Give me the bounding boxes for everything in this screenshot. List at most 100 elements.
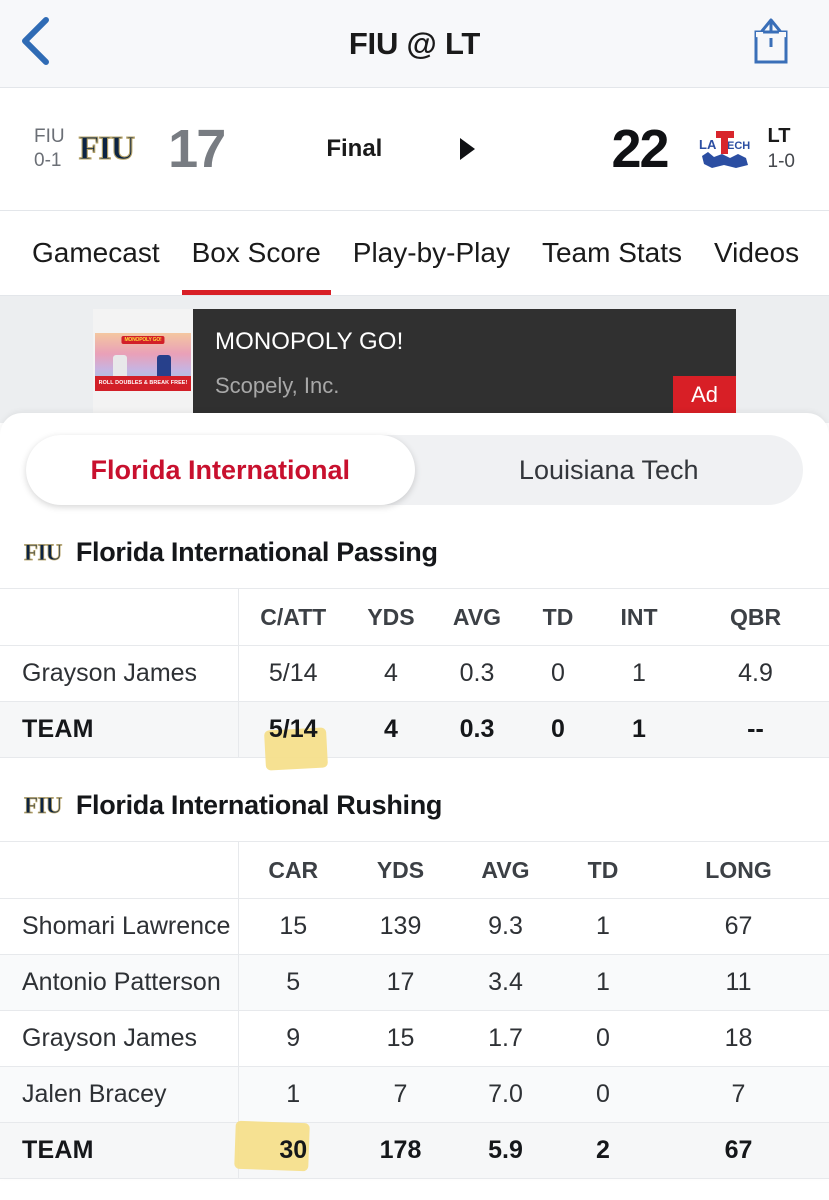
cell-catt: 5/14: [238, 645, 348, 702]
table-row[interactable]: Antonio Patterson 5 17 3.4 1 11: [0, 954, 829, 1011]
cell-car: 30: [234, 1120, 348, 1179]
cell-long: 67: [648, 898, 829, 955]
right-triangle-icon: [460, 138, 476, 160]
rushing-section-title: Florida International Rushing: [75, 790, 443, 820]
col-header-avg: AVG: [453, 841, 558, 899]
cell-td: 2: [558, 1122, 648, 1179]
fiu-logo-icon: FIU: [78, 130, 136, 167]
cell-long: 7: [648, 1066, 829, 1123]
away-team-abbr: FIU: [34, 125, 65, 147]
cell-car: 5: [238, 954, 348, 1011]
cell-car: 1: [238, 1066, 348, 1123]
team-total-label: TEAM: [0, 1122, 239, 1179]
cell-yds: 139: [348, 898, 453, 955]
box-score-card: Florida International Louisiana Tech FIU…: [0, 413, 829, 1179]
player-name-link[interactable]: Antonio Patterson: [0, 954, 239, 1011]
share-icon: [751, 15, 791, 72]
col-header-name: [0, 588, 239, 646]
tab-box-score[interactable]: Box Score: [176, 211, 337, 295]
cell-td: 1: [558, 954, 648, 1011]
game-status-group: Final: [224, 135, 577, 163]
table-header-row: C/ATT YDS AVG TD INT QBR: [0, 588, 829, 646]
col-header-name: [0, 841, 239, 899]
ad-thumb-figure-right: [157, 354, 171, 377]
cell-car: 9: [238, 1010, 348, 1067]
cell-avg: 7.0: [453, 1066, 558, 1123]
player-name-link[interactable]: Shomari Lawrence: [0, 898, 239, 955]
cell-yds: 7: [348, 1066, 453, 1123]
ad-thumbnail-image: MONOPOLY GO! ROLL DOUBLES & BREAK FREE!: [95, 332, 191, 391]
ad-badge: Ad: [673, 376, 736, 414]
chevron-left-icon: [18, 15, 52, 72]
table-row[interactable]: Grayson James 9 15 1.7 0 18: [0, 1010, 829, 1067]
team-switch-florida-international[interactable]: Florida International: [26, 435, 415, 505]
cell-avg: 1.7: [453, 1010, 558, 1067]
scoreboard[interactable]: FIU 0-1 FIU 17 Final 22 LA ECH LT 1-0: [0, 88, 829, 211]
away-team-score: 17: [168, 119, 226, 179]
player-name-link[interactable]: Grayson James: [0, 1010, 239, 1067]
player-name-link[interactable]: Jalen Bracey: [0, 1066, 239, 1123]
table-header-row: CAR YDS AVG TD LONG: [0, 841, 829, 899]
tab-videos[interactable]: Videos: [698, 211, 815, 295]
fiu-logo-icon: FIU: [24, 793, 63, 818]
home-team-meta: LT 1-0: [768, 124, 795, 174]
cell-qbr: --: [682, 701, 829, 758]
cell-yds: 15: [348, 1010, 453, 1067]
page-title: FIU @ LT: [348, 25, 481, 61]
cell-td: 1: [558, 898, 648, 955]
col-header-int: INT: [596, 588, 682, 646]
table-row[interactable]: Shomari Lawrence 15 139 9.3 1 67: [0, 898, 829, 955]
cell-yds: 17: [348, 954, 453, 1011]
advertisement[interactable]: MONOPOLY GO! ROLL DOUBLES & BREAK FREE! …: [93, 309, 736, 414]
player-name-link[interactable]: Grayson James: [0, 645, 239, 702]
ad-body[interactable]: MONOPOLY GO! Scopely, Inc. Ad: [193, 309, 736, 414]
cell-avg: 3.4: [453, 954, 558, 1011]
col-header-qbr: QBR: [682, 588, 829, 646]
svg-text:LA: LA: [699, 137, 717, 152]
section-tabs: Gamecast Box Score Play-by-Play Team Sta…: [0, 211, 829, 296]
ad-thumb-figure-left: [113, 354, 127, 377]
away-team[interactable]: FIU 0-1 FIU 17: [34, 119, 226, 179]
team-switch-louisiana-tech[interactable]: Louisiana Tech: [415, 435, 804, 505]
team-total-label: TEAM: [0, 701, 239, 758]
ad-thumbnail[interactable]: MONOPOLY GO! ROLL DOUBLES & BREAK FREE!: [93, 309, 193, 414]
team-switcher: Florida International Louisiana Tech: [26, 435, 803, 505]
tab-gamecast[interactable]: Gamecast: [16, 211, 176, 295]
ad-thumb-brand: MONOPOLY GO!: [121, 335, 165, 344]
tab-team-stats[interactable]: Team Stats: [526, 211, 698, 295]
away-team-meta: FIU 0-1: [34, 125, 65, 174]
rushing-stats-table: CAR YDS AVG TD LONG Shomari Lawrence 15 …: [0, 841, 829, 1179]
ad-advertiser: Scopely, Inc.: [215, 373, 340, 398]
col-header-catt: C/ATT: [238, 588, 348, 646]
col-header-yds: YDS: [348, 588, 434, 646]
back-button[interactable]: [0, 0, 70, 88]
cell-avg: 0.3: [434, 701, 520, 758]
table-row-team-total: TEAM 5/14 4 0.3 0 1 --: [0, 701, 829, 771]
col-header-long: LONG: [648, 841, 829, 899]
share-button[interactable]: [749, 16, 793, 72]
home-team[interactable]: 22 LA ECH LT 1-0: [577, 122, 795, 176]
tab-play-by-play[interactable]: Play-by-Play: [337, 211, 526, 295]
cell-td: 0: [520, 701, 596, 758]
cell-long: 11: [648, 954, 829, 1011]
home-team-score: 22: [611, 119, 669, 179]
fiu-logo-icon: FIU: [24, 540, 63, 565]
ad-thumb-caption: ROLL DOUBLES & BREAK FREE!: [95, 375, 191, 391]
col-header-avg: AVG: [434, 588, 520, 646]
table-row[interactable]: Grayson James 5/14 4 0.3 0 1 4.9: [0, 645, 829, 702]
cell-qbr: 4.9: [682, 645, 829, 702]
table-row[interactable]: Jalen Bracey 1 7 7.0 0 7: [0, 1066, 829, 1123]
cell-td: 0: [520, 645, 596, 702]
cell-yds: 4: [348, 645, 434, 702]
cell-avg: 0.3: [434, 645, 520, 702]
cell-long: 18: [648, 1010, 829, 1067]
cell-yds: 178: [348, 1122, 453, 1179]
game-status: Final: [326, 135, 383, 162]
passing-stats-table: C/ATT YDS AVG TD INT QBR Grayson James 5…: [0, 588, 829, 771]
latech-logo-icon: LA ECH: [696, 127, 754, 171]
cell-int: 1: [596, 701, 682, 758]
home-team-record: 1-0: [767, 150, 795, 172]
cell-long: 67: [648, 1122, 829, 1179]
col-header-yds: YDS: [348, 841, 453, 899]
cell-td: 0: [558, 1066, 648, 1123]
